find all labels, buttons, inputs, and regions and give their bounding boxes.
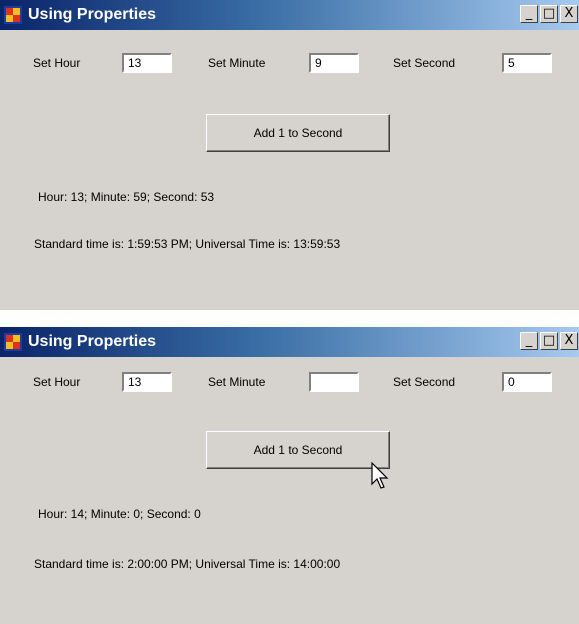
second-input[interactable]: 0 [502, 372, 552, 392]
hour-input[interactable]: 13 [122, 53, 172, 73]
close-button[interactable]: X [560, 332, 578, 350]
title-bar[interactable]: Using Properties _ □ X [0, 0, 579, 30]
app-icon [4, 333, 22, 351]
hour-label: Set Hour [33, 56, 81, 70]
add-second-button[interactable]: Add 1 to Second [206, 431, 390, 469]
minute-input[interactable] [309, 372, 359, 392]
window-2: Using Properties _ □ X Set Hour 13 Set M… [0, 327, 579, 624]
minimize-button[interactable]: _ [520, 332, 538, 350]
minute-label: Set Minute [208, 56, 266, 70]
close-button[interactable]: X [560, 5, 578, 23]
standard-time-output: Standard time is: 2:00:00 PM; Universal … [34, 557, 341, 571]
app-icon [4, 6, 22, 24]
second-input[interactable]: 5 [502, 53, 552, 73]
standard-time-output: Standard time is: 1:59:53 PM; Universal … [34, 237, 341, 251]
minute-input[interactable]: 9 [309, 53, 359, 73]
minimize-button[interactable]: _ [520, 5, 538, 23]
time-output: Hour: 13; Minute: 59; Second: 53 [38, 190, 215, 204]
second-label: Set Second [393, 375, 456, 389]
mouse-pointer-icon [371, 462, 389, 489]
hour-label: Set Hour [33, 375, 81, 389]
window-title: Using Properties [28, 333, 157, 350]
maximize-button[interactable]: □ [540, 5, 558, 23]
hour-input[interactable]: 13 [122, 372, 172, 392]
time-output: Hour: 14; Minute: 0; Second: 0 [38, 507, 201, 521]
maximize-button[interactable]: □ [540, 332, 558, 350]
window-title: Using Properties [28, 6, 157, 23]
add-second-button[interactable]: Add 1 to Second [206, 114, 390, 152]
second-label: Set Second [393, 56, 456, 70]
minute-label: Set Minute [208, 375, 266, 389]
window-1: Using Properties _ □ X Set Hour 13 Set M… [0, 0, 579, 310]
title-bar[interactable]: Using Properties _ □ X [0, 327, 579, 357]
